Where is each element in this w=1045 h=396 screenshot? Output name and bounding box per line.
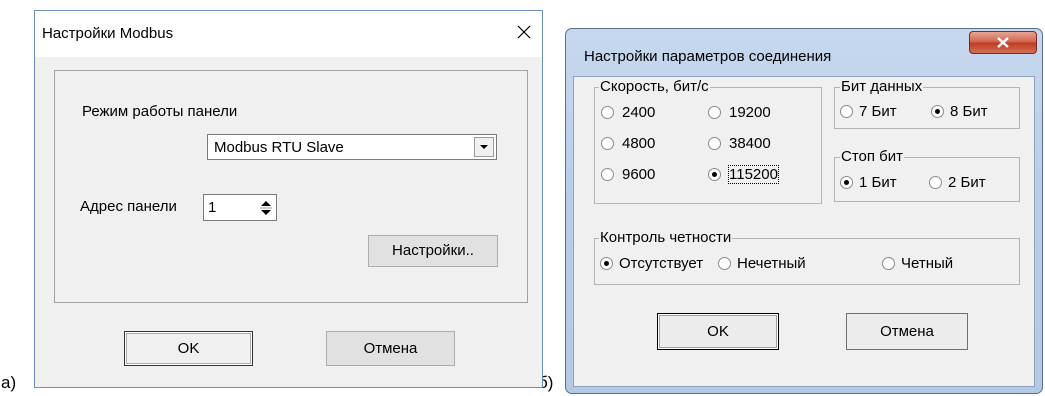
radio-label: 2400 xyxy=(622,104,656,121)
dialog-title: Настройки параметров соединения xyxy=(584,48,832,65)
spin-arrows-icon[interactable] xyxy=(258,198,274,218)
radio-label: Нечетный xyxy=(737,255,806,272)
close-icon xyxy=(997,37,1009,48)
speed-group-label: Скорость, бит/с xyxy=(599,78,710,95)
mode-label: Режим работы панели xyxy=(82,103,238,120)
parity-option-none[interactable]: Отсутствует xyxy=(600,255,730,273)
radio-label: 2 Бит xyxy=(948,174,986,191)
ok-button[interactable]: OK xyxy=(657,313,779,350)
radio-label: Отсутствует xyxy=(619,255,704,272)
radio-label: Четный xyxy=(901,255,954,272)
radio-label: 115200 xyxy=(728,165,779,184)
chevron-down-icon xyxy=(480,145,488,149)
data-bits-group-label: Бит данных xyxy=(840,78,924,95)
radio-button-selected[interactable] xyxy=(600,257,613,270)
radio-button[interactable] xyxy=(708,106,721,119)
radio-button-selected[interactable] xyxy=(708,168,721,181)
radio-button[interactable] xyxy=(718,257,731,270)
settings-button[interactable]: Настройки.. xyxy=(368,235,498,267)
cancel-button[interactable]: Отмена xyxy=(846,313,968,350)
address-label: Адрес панели xyxy=(80,198,177,215)
radio-label: 19200 xyxy=(729,104,771,121)
modbus-settings-dialog: Настройки Modbus Режим работы панели Mod… xyxy=(34,10,543,388)
cancel-button[interactable]: Отмена xyxy=(326,331,455,366)
dialog-title: Настройки Modbus xyxy=(42,25,174,42)
address-value: 1 xyxy=(208,199,217,216)
mode-select-value: Modbus RTU Slave xyxy=(214,139,344,156)
radio-button[interactable] xyxy=(601,168,614,181)
radio-button-selected[interactable] xyxy=(931,105,944,118)
radio-label: 1 Бит xyxy=(859,174,897,191)
speed-option-9600[interactable]: 9600 xyxy=(601,166,691,184)
close-icon xyxy=(517,25,531,39)
radio-button[interactable] xyxy=(840,105,853,118)
parity-option-even[interactable]: Четный xyxy=(882,255,992,273)
radio-button-selected[interactable] xyxy=(840,176,853,189)
radio-label: 4800 xyxy=(622,135,656,152)
radio-button[interactable] xyxy=(601,137,614,150)
close-button[interactable] xyxy=(969,31,1037,54)
speed-option-2400[interactable]: 2400 xyxy=(601,104,691,122)
radio-label: 7 Бит xyxy=(859,103,897,120)
parity-option-odd[interactable]: Нечетный xyxy=(718,255,838,273)
mode-select[interactable]: Modbus RTU Slave xyxy=(207,134,497,160)
ok-button[interactable]: OK xyxy=(124,331,253,366)
speed-option-4800[interactable]: 4800 xyxy=(601,135,691,153)
dropdown-button[interactable] xyxy=(474,137,494,157)
dialog-client-area: Скорость, бит/с 2400 19200 4800 38400 96… xyxy=(573,76,1035,387)
stop-bits-option-1[interactable]: 1 Бит xyxy=(840,174,920,192)
radio-button[interactable] xyxy=(708,137,721,150)
radio-button[interactable] xyxy=(929,176,942,189)
data-bits-option-7[interactable]: 7 Бит xyxy=(840,103,920,121)
close-button[interactable] xyxy=(511,19,537,45)
speed-option-19200[interactable]: 19200 xyxy=(708,104,808,122)
radio-label: 8 Бит xyxy=(950,103,988,120)
stop-bits-option-2[interactable]: 2 Бит xyxy=(929,174,1014,192)
data-bits-option-8[interactable]: 8 Бит xyxy=(931,103,1016,121)
stop-bits-group-label: Стоп бит xyxy=(840,148,905,165)
caption-a: а) xyxy=(1,373,17,392)
radio-button[interactable] xyxy=(601,106,614,119)
parity-group-label: Контроль четности xyxy=(599,229,733,246)
radio-label: 9600 xyxy=(622,166,656,183)
radio-button[interactable] xyxy=(882,257,895,270)
connection-settings-dialog: Настройки параметров соединения Скорость… xyxy=(565,28,1043,394)
address-spinbox[interactable]: 1 xyxy=(203,194,277,221)
radio-label: 38400 xyxy=(729,135,771,152)
speed-option-115200[interactable]: 115200 xyxy=(708,165,818,184)
speed-option-38400[interactable]: 38400 xyxy=(708,135,808,153)
